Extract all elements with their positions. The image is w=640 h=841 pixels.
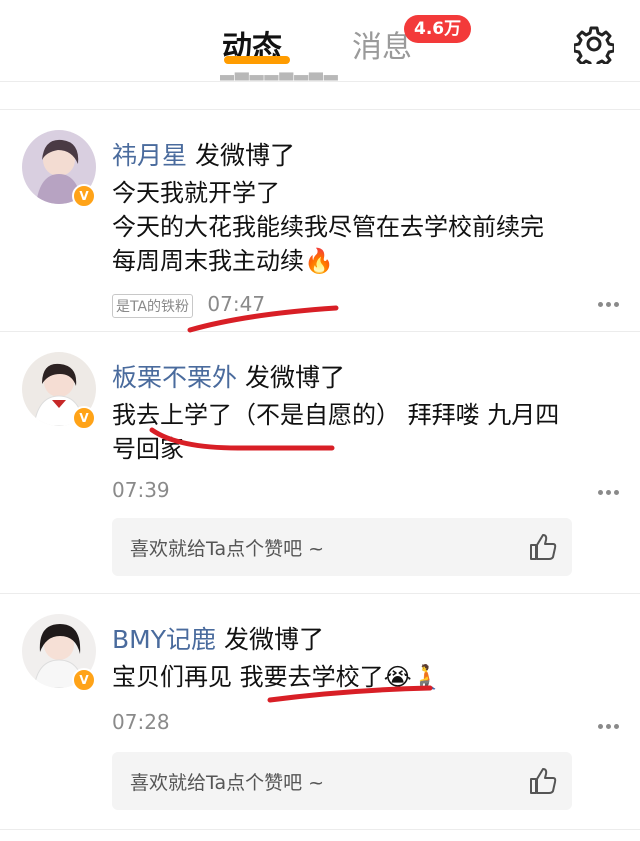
content-line: 今天我就开学了 xyxy=(112,179,280,207)
author-name[interactable]: BMY记鹿 xyxy=(112,625,216,654)
more-options-icon[interactable] xyxy=(596,298,622,310)
like-prompt-bar[interactable]: 喜欢就给Ta点个赞吧 ~ xyxy=(112,518,572,576)
fan-tag: 是TA的铁粉 xyxy=(112,293,194,318)
feed-post: V 板栗不栗外 发微博了 我去上学了（不是自愿的） 拜拜喽 九月四 号回家 07… xyxy=(0,332,640,594)
post-header: BMY记鹿 发微博了 xyxy=(112,620,324,656)
partial-content-strip: ▂▃▂▂▃▂▃▂ xyxy=(220,70,339,81)
post-content[interactable]: 我去上学了（不是自愿的） 拜拜喽 九月四 号回家 xyxy=(112,398,592,466)
gear-icon[interactable] xyxy=(572,24,616,70)
like-prompt-text: 喜欢就给Ta点个赞吧 ~ xyxy=(130,538,325,560)
content-line: 我去上学了（不是自愿的） 拜拜喽 九月四 xyxy=(112,401,560,429)
post-action: 发微博了 xyxy=(223,625,324,654)
active-tab-indicator xyxy=(224,56,290,64)
verified-badge-icon: V xyxy=(72,668,96,692)
content-line: 今天的大花我能续我尽管在去学校前续完 xyxy=(112,213,544,241)
more-options-icon[interactable] xyxy=(596,720,622,732)
post-meta: 07:39 xyxy=(112,478,170,502)
tab-messages[interactable]: 消息 xyxy=(352,22,412,66)
post-time: 07:28 xyxy=(112,710,170,734)
feed-post: V BMY记鹿 发微博了 宝贝们再见 我要去学校了😭🧎 07:28 喜欢就给Ta… xyxy=(0,594,640,830)
thumbs-up-icon[interactable] xyxy=(528,532,558,562)
feed-list: V 祎月星 发微博了 今天我就开学了 今天的大花我能续我尽管在去学校前续完 每周… xyxy=(0,109,640,830)
like-prompt-bar[interactable]: 喜欢就给Ta点个赞吧 ~ xyxy=(112,752,572,810)
feed-post: V 祎月星 发微博了 今天我就开学了 今天的大花我能续我尽管在去学校前续完 每周… xyxy=(0,110,640,333)
post-header: 祎月星 发微博了 xyxy=(112,136,295,172)
author-name[interactable]: 板栗不栗外 xyxy=(112,363,237,392)
verified-badge-icon: V xyxy=(72,406,96,430)
post-header: 板栗不栗外 发微博了 xyxy=(112,358,345,394)
content-line: 宝贝们再见 我要去学校了😭🧎 xyxy=(112,663,442,691)
verified-badge-icon: V xyxy=(72,184,96,208)
post-content[interactable]: 宝贝们再见 我要去学校了😭🧎 xyxy=(112,660,592,694)
post-meta: 07:28 xyxy=(112,710,170,734)
post-content[interactable]: 今天我就开学了 今天的大花我能续我尽管在去学校前续完 每周周末我主动续🔥 xyxy=(112,176,592,278)
top-header: 动态 消息 4.6万 ▂▃▂▂▃▂▃▂ xyxy=(0,0,640,82)
author-name[interactable]: 祎月星 xyxy=(112,141,187,170)
post-action: 发微博了 xyxy=(194,141,295,170)
content-line: 每周周末我主动续🔥 xyxy=(112,247,334,275)
post-time: 07:47 xyxy=(207,292,266,316)
like-prompt-text: 喜欢就给Ta点个赞吧 ~ xyxy=(130,772,325,794)
post-time: 07:39 xyxy=(112,478,170,502)
thumbs-up-icon[interactable] xyxy=(528,766,558,796)
more-options-icon[interactable] xyxy=(596,486,622,498)
post-action: 发微博了 xyxy=(244,363,345,392)
content-line: 号回家 xyxy=(112,435,184,463)
post-meta: 是TA的铁粉 07:47 xyxy=(112,292,265,318)
unread-badge: 4.6万 xyxy=(404,15,472,43)
